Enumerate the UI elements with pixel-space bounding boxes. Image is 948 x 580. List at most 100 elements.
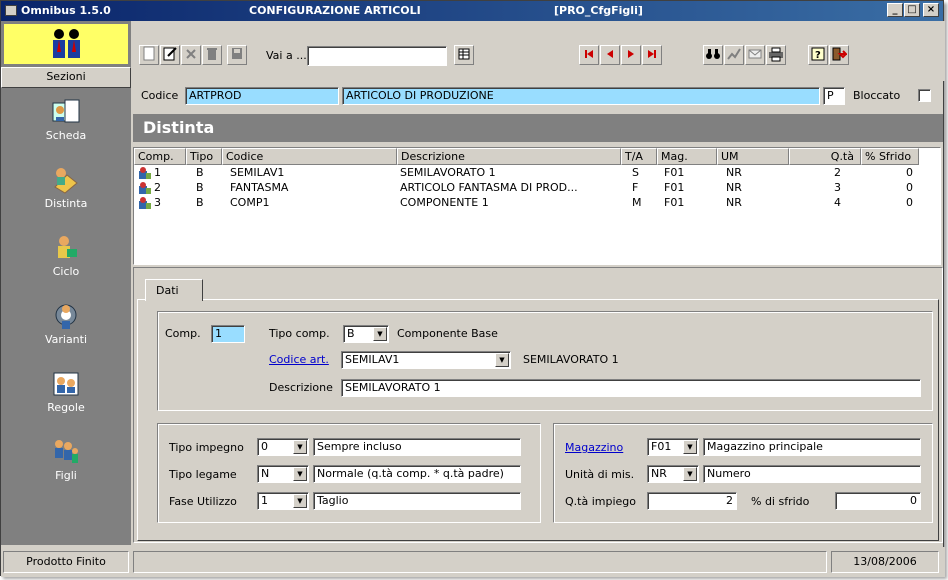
grid-list-icon (458, 48, 470, 60)
status-left: Prodotto Finito (3, 551, 129, 573)
figli-icon (55, 440, 78, 463)
tipo-impegno-desc: Sempre incluso (313, 438, 521, 456)
fase-select[interactable]: 1 ▼ (257, 492, 309, 510)
app-icon (5, 5, 17, 16)
sidebar-item-regole[interactable]: Regole (1, 365, 131, 431)
sidebar-item-distinta[interactable]: Distinta (1, 161, 131, 227)
table-row[interactable]: 1 B SEMILAV1 SEMILAVORATO 1 S F01 NR 2 0 (134, 166, 940, 181)
descrizione-field[interactable]: ARTICOLO DI PRODUZIONE (342, 87, 820, 105)
delete-button[interactable] (202, 45, 222, 65)
save-button[interactable] (227, 45, 247, 65)
magazzino-select[interactable]: F01 ▼ (647, 438, 699, 456)
search-button[interactable] (703, 45, 723, 65)
chevron-down-icon[interactable]: ▼ (293, 494, 307, 508)
table-row[interactable]: 3 B COMP1 COMPONENTE 1 M F01 NR 4 0 (134, 196, 940, 211)
sidebar-item-varianti[interactable]: Varianti (1, 297, 131, 363)
col-header-ta[interactable]: T/A (621, 148, 657, 165)
edit-button[interactable] (160, 45, 180, 65)
codice-art-link[interactable]: Codice art. (269, 353, 329, 366)
tipo-impegno-label: Tipo impegno (169, 441, 244, 454)
col-header-codice[interactable]: Codice (222, 148, 397, 165)
exit-door-icon (832, 47, 849, 61)
goto-label: Vai a ... (266, 49, 307, 62)
col-header-descrizione[interactable]: Descrizione (397, 148, 621, 165)
chevron-down-icon[interactable]: ▼ (683, 440, 697, 454)
status-middle (133, 551, 827, 573)
magazzino-link[interactable]: Magazzino (565, 441, 623, 454)
comp-field[interactable]: 1 (211, 325, 245, 343)
chart-button[interactable] (724, 45, 744, 65)
help-button[interactable]: ? (808, 45, 828, 65)
fase-desc: Taglio (313, 492, 521, 510)
next-record-button[interactable] (621, 45, 641, 65)
cell-sfrido: 0 (906, 196, 913, 209)
tipo-legame-select[interactable]: N ▼ (257, 465, 309, 483)
exit-button[interactable] (829, 45, 849, 65)
tipo-impegno-value: 0 (261, 440, 268, 453)
col-header-sfrido[interactable]: % Sfrido (861, 148, 919, 165)
cell-ta: M (632, 196, 642, 209)
comp-label: Comp. (165, 327, 201, 340)
maximize-button[interactable]: □ (904, 3, 920, 17)
unita-value: NR (651, 467, 667, 480)
sidebar-item-label: Scheda (45, 129, 87, 142)
descrizione-input[interactable]: SEMILAVORATO 1 (341, 379, 921, 397)
codice-label: Codice (141, 89, 179, 102)
title-bar[interactable]: Omnibus 1.5.0 CONFIGURAZIONE ARTICOLI [P… (1, 1, 943, 21)
previous-record-button[interactable] (600, 45, 620, 65)
cell-sfrido: 0 (906, 166, 913, 179)
users-icon (53, 29, 80, 58)
chevron-down-icon[interactable]: ▼ (373, 327, 387, 341)
trash-icon (207, 48, 217, 60)
minimize-button[interactable]: _ (887, 3, 903, 17)
col-header-qta[interactable]: Q.tà (789, 148, 861, 165)
previous-icon (607, 50, 613, 58)
codice-art-select[interactable]: SEMILAV1 ▼ (341, 351, 511, 369)
last-record-button[interactable] (642, 45, 662, 65)
tipo-comp-label: Tipo comp. (269, 327, 330, 340)
sfrido-input[interactable]: 0 (835, 492, 921, 510)
form-title: CONFIGURAZIONE ARTICOLI (249, 4, 421, 17)
new-button[interactable] (139, 45, 159, 65)
bloccato-checkbox[interactable] (918, 89, 931, 102)
first-record-button[interactable] (579, 45, 599, 65)
distinta-grid[interactable]: Comp. Tipo Codice Descrizione T/A Mag. U… (133, 147, 941, 265)
cell-um: NR (726, 166, 742, 179)
col-header-um[interactable]: UM (717, 148, 789, 165)
cancel-button[interactable] (181, 45, 201, 65)
chevron-down-icon[interactable]: ▼ (683, 467, 697, 481)
col-header-mag[interactable]: Mag. (657, 148, 717, 165)
unita-select[interactable]: NR ▼ (647, 465, 699, 483)
tipo-field[interactable]: P (823, 87, 845, 105)
qta-input[interactable]: 2 (647, 492, 737, 510)
chevron-down-icon[interactable]: ▼ (495, 353, 509, 367)
cell-qta: 3 (834, 181, 841, 194)
table-row[interactable]: 2 B FANTASMA ARTICOLO FANTASMA DI PROD..… (134, 181, 940, 196)
descrizione-label: Descrizione (269, 381, 333, 394)
tipo-comp-select[interactable]: B ▼ (343, 325, 389, 343)
print-button[interactable] (766, 45, 786, 65)
sidebar-item-ciclo[interactable]: Ciclo (1, 229, 131, 295)
chevron-down-icon[interactable]: ▼ (293, 440, 307, 454)
sfrido-label: % di sfrido (751, 495, 810, 508)
email-button[interactable] (745, 45, 765, 65)
tab-dati[interactable]: Dati (145, 279, 203, 301)
distinta-title: Distinta (133, 114, 943, 142)
sidebar-item-figli[interactable]: Figli (1, 433, 131, 499)
close-x-icon (186, 49, 196, 59)
col-header-comp[interactable]: Comp. (134, 148, 186, 165)
tipo-impegno-select[interactable]: 0 ▼ (257, 438, 309, 456)
regole-icon (53, 372, 79, 396)
save-icon (232, 48, 242, 59)
sidebar-item-label: Ciclo (52, 265, 80, 278)
tipo-legame-label: Tipo legame (169, 468, 237, 481)
sidebar-item-label: Distinta (44, 197, 88, 210)
sidebar-item-scheda[interactable]: Scheda (1, 93, 131, 159)
codice-field[interactable]: ARTPROD (185, 87, 339, 105)
chevron-down-icon[interactable]: ▼ (293, 467, 307, 481)
col-header-tipo[interactable]: Tipo (186, 148, 222, 165)
lookup-button[interactable] (454, 45, 474, 65)
component-icon (139, 167, 151, 179)
close-button[interactable]: × (923, 3, 939, 17)
goto-input[interactable] (307, 46, 447, 66)
